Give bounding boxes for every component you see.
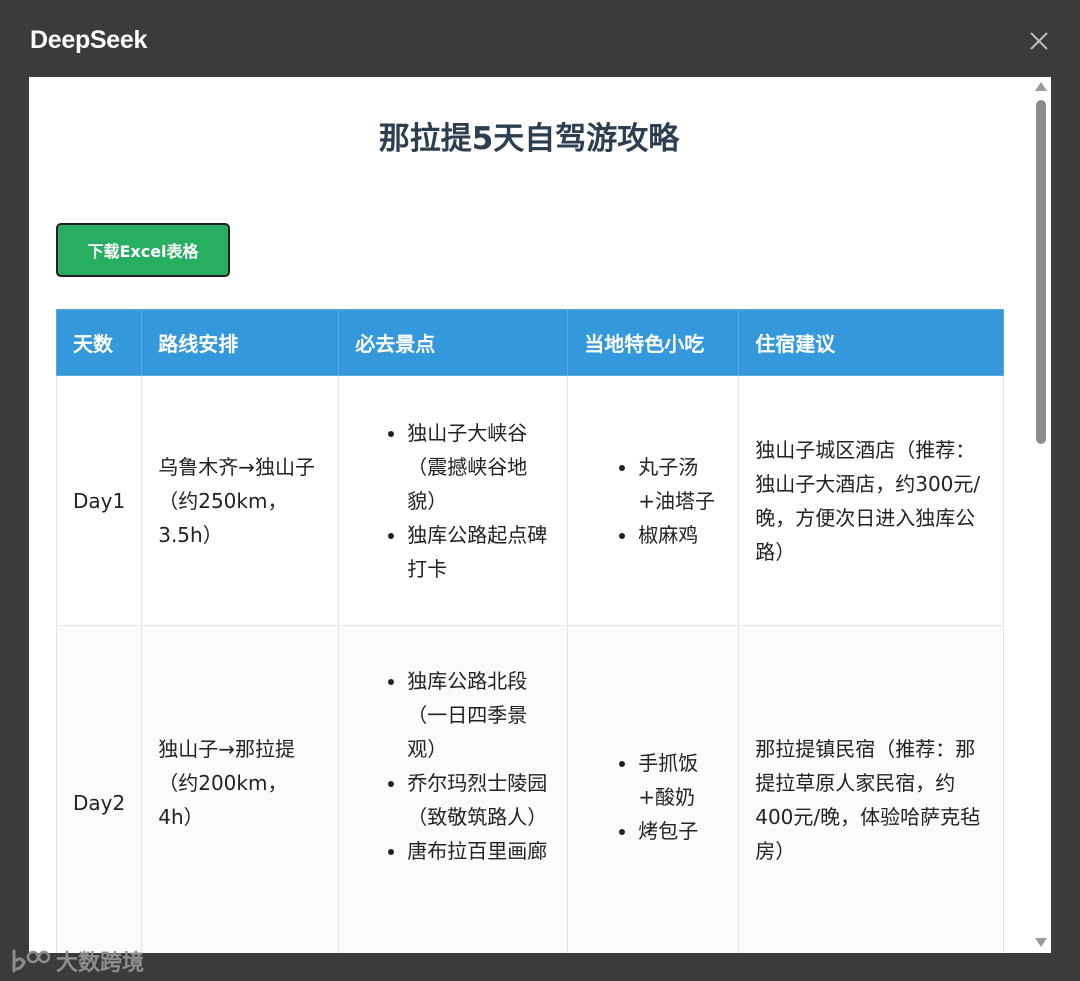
list-item: 丸子汤+油塔子 bbox=[638, 450, 722, 518]
route-cell: 乌鲁木齐→独山子（约250km，3.5h） bbox=[141, 375, 340, 626]
list-item: 乔尔玛烈士陵园（致敬筑路人） bbox=[407, 766, 551, 834]
day-cell: Day1 bbox=[55, 375, 143, 626]
list-item: 独库公路北段（一日四季景观） bbox=[407, 664, 551, 766]
stay-cell: 那拉提镇民宿（推荐：那提拉草原人家民宿，约400元/晚，体验哈萨克毡房） bbox=[738, 625, 1005, 953]
list-item: 椒麻鸡 bbox=[638, 518, 722, 552]
scrollbar-thumb[interactable] bbox=[1036, 100, 1046, 444]
brand-logo-icon bbox=[12, 949, 50, 973]
watermark-text: 大数跨境 bbox=[56, 951, 145, 976]
header-day: 天数 bbox=[55, 309, 143, 376]
watermark: 大数跨境 bbox=[10, 946, 144, 976]
close-icon bbox=[1030, 32, 1048, 50]
itinerary-table: 天数 路线安排 必去景点 当地特色小吃 住宿建议 Day1 乌鲁木齐→独山子（约… bbox=[55, 309, 1005, 953]
page-title: 那拉提5天自驾游攻略 bbox=[378, 121, 680, 157]
day-cell: Day2 bbox=[55, 625, 143, 953]
download-excel-button[interactable]: 下载Excel表格 bbox=[56, 223, 230, 277]
list-item: 独山子大峡谷（震撼峡谷地貌） bbox=[407, 416, 551, 518]
content-panel: 那拉提5天自驾游攻略 下载Excel表格 天数 路线安排 必去景点 当地特色小吃… bbox=[29, 77, 1051, 953]
food-cell: 手抓饭+酸奶 烤包子 bbox=[567, 625, 740, 953]
route-cell: 独山子→那拉提（约200km，4h） bbox=[141, 625, 340, 953]
window-title: DeepSeek bbox=[30, 26, 148, 54]
list-item: 烤包子 bbox=[638, 814, 722, 848]
scroll-up-arrow-icon[interactable] bbox=[1035, 82, 1047, 91]
header-stay: 住宿建议 bbox=[738, 309, 1005, 376]
table-header-row: 天数 路线安排 必去景点 当地特色小吃 住宿建议 bbox=[55, 309, 1005, 376]
list-item: 手抓饭+酸奶 bbox=[638, 746, 722, 814]
scroll-down-arrow-icon[interactable] bbox=[1035, 938, 1047, 947]
spots-cell: 独库公路北段（一日四季景观） 乔尔玛烈士陵园（致敬筑路人） 唐布拉百里画廊 bbox=[338, 625, 569, 953]
table-row: Day1 乌鲁木齐→独山子（约250km，3.5h） 独山子大峡谷（震撼峡谷地貌… bbox=[55, 375, 1005, 626]
food-cell: 丸子汤+油塔子 椒麻鸡 bbox=[567, 375, 740, 626]
list-item: 独库公路起点碑打卡 bbox=[407, 518, 551, 586]
close-button[interactable] bbox=[1026, 28, 1052, 54]
header-food: 当地特色小吃 bbox=[567, 309, 740, 376]
spots-cell: 独山子大峡谷（震撼峡谷地貌） 独库公路起点碑打卡 bbox=[338, 375, 569, 626]
header-route: 路线安排 bbox=[141, 309, 340, 376]
stay-cell: 独山子城区酒店（推荐：独山子大酒店，约300元/晚，方便次日进入独库公路） bbox=[738, 375, 1005, 626]
table-row: Day2 独山子→那拉提（约200km，4h） 独库公路北段（一日四季景观） 乔… bbox=[55, 625, 1005, 953]
list-item: 唐布拉百里画廊 bbox=[407, 834, 551, 868]
header-spots: 必去景点 bbox=[338, 309, 569, 376]
